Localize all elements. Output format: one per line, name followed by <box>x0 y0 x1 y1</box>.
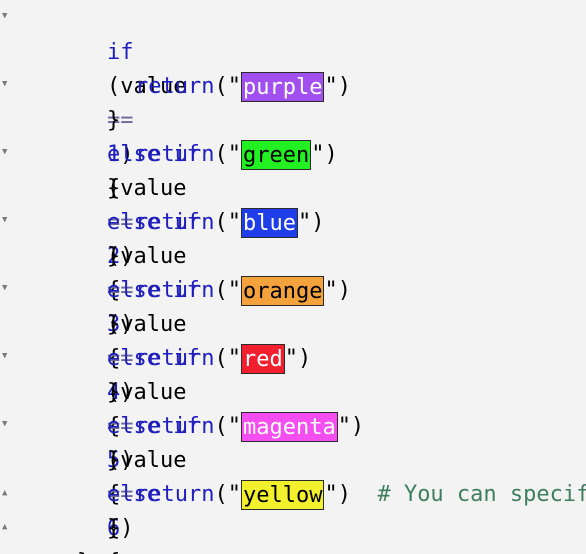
open-quote: (" <box>214 210 241 235</box>
color-swatch-blue: blue <box>240 208 298 238</box>
open-quote: (" <box>214 414 241 439</box>
code-line: } <box>24 512 90 554</box>
gutter: ▼ ▼ ▼ ▼ ▼ ▼ ▼ ▲ ▲ <box>0 0 18 554</box>
close-quote: ") <box>324 74 351 99</box>
code-line: } else if (value == 3) { <box>54 138 200 371</box>
fold-end-icon[interactable]: ▲ <box>2 489 7 498</box>
close-quote: ") <box>284 346 312 371</box>
code-line: } else if (value == 6) { <box>54 342 200 554</box>
comment: # You can specify <box>377 482 586 507</box>
close-quote: ") <box>297 210 325 235</box>
code-line: return("green") <box>82 104 338 170</box>
close-quote: ") <box>311 142 338 167</box>
paren-close: ) <box>120 516 134 541</box>
return-keyword: return <box>134 482 215 507</box>
code-line: } else if (value == 2) { <box>54 70 200 303</box>
brace-open: { <box>107 550 120 554</box>
open-quote: (" <box>214 346 241 371</box>
color-swatch-red: red <box>240 344 285 374</box>
open-quote: (" <box>214 142 241 167</box>
code-line: return("purple") <box>82 36 351 102</box>
brace-close: } <box>106 516 121 541</box>
open-quote: (" <box>214 482 241 507</box>
code-line: } else { <box>54 410 160 541</box>
code-line: return("magenta") <box>82 376 364 442</box>
fold-end-icon[interactable]: ▲ <box>2 523 7 532</box>
fold-toggle-icon[interactable]: ▼ <box>2 148 7 157</box>
fold-toggle-icon[interactable]: ▼ <box>2 80 7 89</box>
code-line: return("red") <box>82 308 311 374</box>
open-quote: (" <box>214 74 241 99</box>
close-quote: ") <box>324 278 351 303</box>
close-quote: ") <box>324 482 351 507</box>
code-line: if (value == 1) { <box>54 2 186 201</box>
fold-toggle-icon[interactable]: ▼ <box>2 12 7 21</box>
color-swatch-green: green <box>240 140 312 170</box>
color-swatch-magenta: magenta <box>240 412 338 442</box>
fold-toggle-icon[interactable]: ▼ <box>2 352 7 361</box>
color-swatch-orange: orange <box>240 276 325 306</box>
color-swatch-yellow: yellow <box>240 480 325 510</box>
brace-close: } <box>77 550 90 554</box>
code-editor[interactable]: ▼ ▼ ▼ ▼ ▼ ▼ ▼ ▲ ▲ if (value == 1) { retu… <box>0 0 586 554</box>
color-swatch-purple: purple <box>240 72 325 102</box>
code-line: } else if (value == 5) { <box>54 274 200 507</box>
fold-toggle-icon[interactable]: ▼ <box>2 216 7 225</box>
close-quote: ") <box>337 414 365 439</box>
code-line: } else if (value == 4) { <box>54 206 200 439</box>
code-line: return("blue") <box>82 172 324 238</box>
fold-toggle-icon[interactable]: ▼ <box>2 420 7 429</box>
code-line: } <box>54 478 120 541</box>
code-line: return("orange") <box>82 240 351 306</box>
code-line: return("yellow") # You can specify <box>82 444 586 510</box>
open-quote: (" <box>214 278 241 303</box>
fold-toggle-icon[interactable]: ▼ <box>2 284 7 293</box>
